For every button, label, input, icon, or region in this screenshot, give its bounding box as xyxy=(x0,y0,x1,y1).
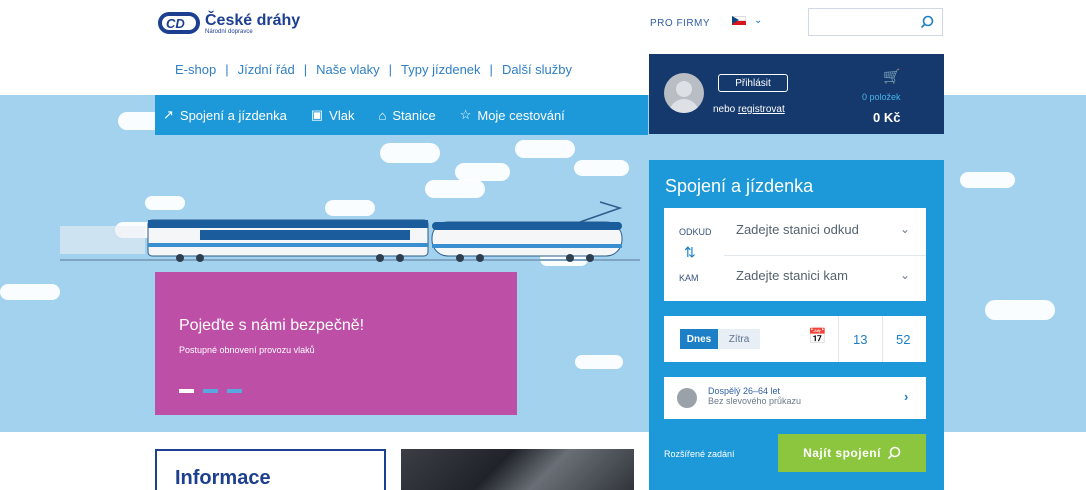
swap-stations-icon[interactable]: ⇅ xyxy=(684,244,696,261)
nav-stanice[interactable]: ⌂ Stanice xyxy=(378,108,435,123)
cart-total: 0 Kč xyxy=(873,110,901,125)
route-icon: ↗ xyxy=(163,107,174,122)
train-illustration xyxy=(60,201,640,262)
promo-title: Pojeďte s námi bezpečně! xyxy=(179,317,365,334)
tomorrow-button[interactable]: Zítra xyxy=(718,329,760,349)
carousel-dot[interactable] xyxy=(227,389,242,393)
login-button[interactable]: Přihlásit xyxy=(718,74,788,92)
to-station-input[interactable]: Zadejte stanici kam xyxy=(736,268,848,283)
czech-flag-icon xyxy=(732,16,746,25)
nav-vlak[interactable]: ▣ Vlak xyxy=(311,107,355,123)
pro-firmy-link[interactable]: PRO FIRMY xyxy=(650,18,710,29)
promo-subtitle: Postupné obnovení provozu vlaků xyxy=(179,345,315,355)
nav-label: Spojení a jízdenka xyxy=(179,107,287,123)
calendar-icon[interactable]: 📅 xyxy=(808,327,827,345)
divider: | xyxy=(388,62,393,77)
divider xyxy=(882,316,883,362)
news-photo[interactable] xyxy=(401,449,634,490)
nav-moje-cestovani[interactable]: ☆ Moje cestování xyxy=(460,107,565,123)
cd-logo[interactable]: CD České dráhy Národní dopravce xyxy=(157,10,300,36)
cloud xyxy=(985,300,1055,320)
nav-label: Vlak xyxy=(329,107,355,123)
advanced-search-link[interactable]: Rozšířené zadání xyxy=(664,449,735,459)
cloud xyxy=(0,284,60,300)
divider: | xyxy=(225,62,229,77)
from-station-input[interactable]: Zadejte stanici odkud xyxy=(736,222,859,237)
hour-input[interactable]: 13 xyxy=(853,332,867,347)
language-select[interactable]: ⌄ xyxy=(732,15,762,26)
train-icon: ▣ xyxy=(310,107,324,122)
station-icon: ⌂ xyxy=(378,107,387,123)
topnav-jizdni-rad[interactable]: Jízdní řád xyxy=(238,62,295,77)
cloud xyxy=(425,180,485,198)
cart-icon[interactable]: 🛒 xyxy=(883,68,900,85)
promo-banner[interactable]: Pojeďte s námi bezpečně! Postupné obnove… xyxy=(155,272,517,415)
to-label: KAM xyxy=(679,273,699,283)
chevron-down-icon[interactable]: ⌄ xyxy=(900,268,910,282)
top-navigation: E-shop | Jízdní řád | Naše vlaky | Typy jíz… xyxy=(175,62,572,77)
cart-items-count: 0 položek xyxy=(862,92,901,102)
cloud xyxy=(515,140,575,158)
divider: | xyxy=(303,62,308,77)
cloud xyxy=(960,172,1015,188)
cloud xyxy=(455,163,510,181)
register-text: nebo registrovat xyxy=(713,104,785,115)
user-avatar xyxy=(664,73,704,113)
find-connection-button[interactable]: Najít spojení xyxy=(778,434,926,472)
carousel-dot-active[interactable] xyxy=(179,389,194,393)
search-button-label: Najít spojení xyxy=(803,446,881,460)
topnav-typy-jizdenek[interactable]: Typy jízdenek xyxy=(401,62,481,77)
passenger-discount: Bez slevového průkazu xyxy=(708,396,802,406)
carousel-dot[interactable] xyxy=(203,389,218,393)
info-title: Informace xyxy=(175,467,271,489)
search-icon xyxy=(920,15,934,29)
nav-spojeni-jizdenka[interactable]: ↗ Spojení a jízdenka xyxy=(163,107,287,123)
minute-input[interactable]: 52 xyxy=(896,332,910,347)
site-search-button[interactable] xyxy=(911,8,943,36)
brand-name: České dráhy xyxy=(205,11,301,29)
passenger-avatar-icon xyxy=(677,388,697,408)
search-icon xyxy=(887,446,901,460)
page: CD České dráhy Národní dopravce PRO FIRM… xyxy=(0,0,1086,490)
cloud xyxy=(574,160,629,176)
svg-text:CD: CD xyxy=(166,16,185,31)
register-prefix: nebo xyxy=(713,104,739,115)
main-navigation: ↗ Spojení a jízdenka ▣ Vlak ⌂ Stanice ☆ … xyxy=(155,95,648,135)
topnav-dalsi-sluzby[interactable]: Další služby xyxy=(502,62,572,77)
register-link[interactable]: registrovat xyxy=(738,104,785,115)
divider: | xyxy=(489,62,493,77)
cloud xyxy=(575,355,623,369)
divider xyxy=(724,255,926,256)
nav-label: Stanice xyxy=(392,107,436,123)
from-label: ODKUD xyxy=(679,227,712,237)
chevron-down-icon[interactable]: ⌄ xyxy=(900,222,910,236)
chevron-right-icon[interactable]: › xyxy=(904,389,908,404)
today-button[interactable]: Dnes xyxy=(680,329,718,349)
topnav-eshop[interactable]: E-shop xyxy=(175,62,216,77)
cd-logo-icon: CD xyxy=(158,12,200,34)
passenger-type: Dospělý 26–64 let xyxy=(708,386,781,396)
star-icon: ☆ xyxy=(459,107,472,122)
booking-title: Spojení a jízdenka xyxy=(665,176,814,196)
divider xyxy=(838,316,839,362)
brand-sub: Národní dopravce xyxy=(205,28,253,35)
topnav-nase-vlaky[interactable]: Naše vlaky xyxy=(316,62,380,77)
cloud xyxy=(380,143,440,163)
chevron-down-icon: ⌄ xyxy=(754,15,763,26)
nav-label: Moje cestování xyxy=(477,107,565,123)
